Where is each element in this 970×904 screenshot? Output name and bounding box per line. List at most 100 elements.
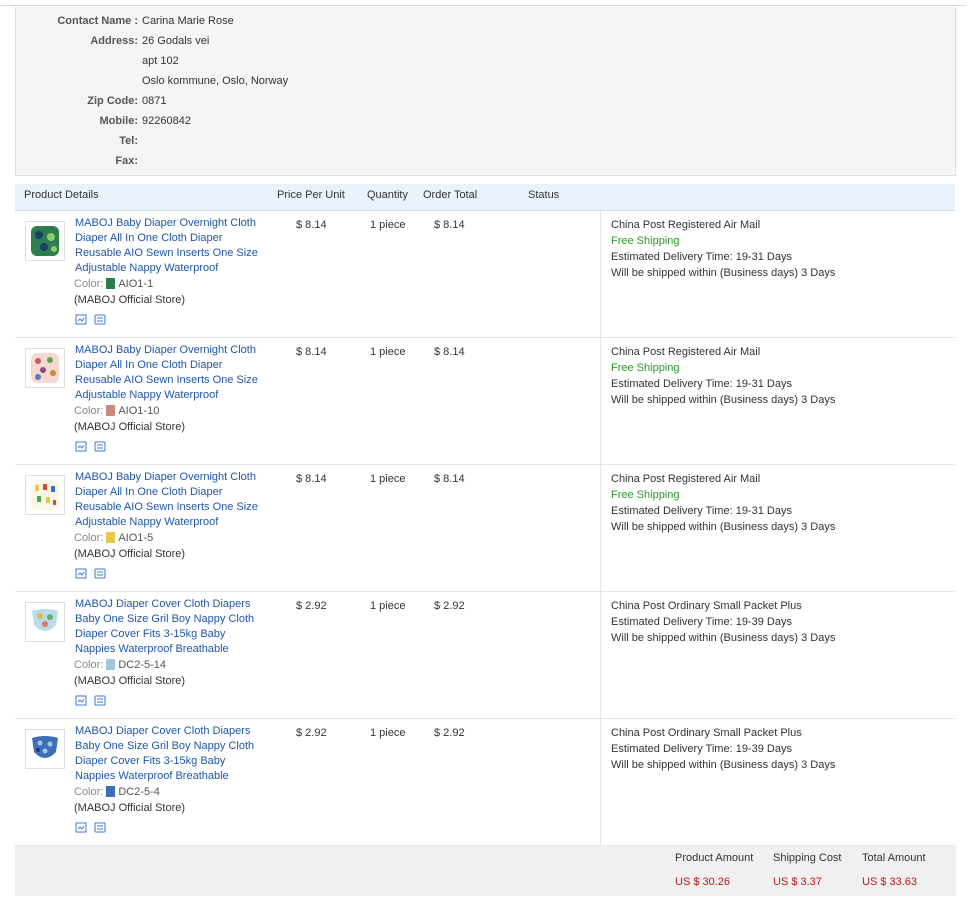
zip-label: Zip Code:	[87, 95, 138, 107]
color-label: Color:	[74, 278, 104, 290]
shipping-method: China Post Ordinary Small Packet Plus	[611, 600, 802, 612]
message-icon[interactable]	[94, 441, 106, 452]
product-amount-label: Product Amount	[675, 852, 754, 864]
store-name: (MABOJ Official Store)	[74, 421, 186, 433]
ship-within: Will be shipped within (Business days) 3…	[611, 521, 836, 533]
color-label: Color:	[74, 786, 104, 798]
product-color: Color: AIO1-10	[74, 404, 159, 419]
header-price-per-unit: Price Per Unit	[277, 189, 345, 201]
top-divider	[0, 5, 966, 6]
quantity: 1 piece	[370, 600, 406, 612]
product-title-link[interactable]: MABOJ Baby Diaper Overnight Cloth Diaper…	[75, 216, 265, 276]
shipping-info: China Post Ordinary Small Packet Plus Es…	[600, 592, 955, 718]
zip-row: Zip Code: 0871	[16, 91, 957, 111]
ship-within: Will be shipped within (Business days) 3…	[611, 267, 836, 279]
snapshot-icon[interactable]	[75, 441, 87, 452]
order-total: $ 8.14	[434, 346, 465, 358]
shipping-method: China Post Ordinary Small Packet Plus	[611, 727, 802, 739]
header-product-details: Product Details	[24, 189, 99, 201]
unit-price: $ 2.92	[296, 727, 327, 739]
store-name: (MABOJ Official Store)	[74, 675, 186, 687]
ship-within: Will be shipped within (Business days) 3…	[611, 394, 836, 406]
ship-within: Will be shipped within (Business days) 3…	[611, 759, 836, 771]
store-name: (MABOJ Official Store)	[74, 802, 186, 814]
product-amount-value: US $ 30.26	[675, 876, 731, 888]
product-title-link[interactable]: MABOJ Baby Diaper Overnight Cloth Diaper…	[75, 343, 265, 403]
snapshot-icon[interactable]	[75, 568, 87, 579]
shipping-info: China Post Registered Air Mail Free Ship…	[600, 465, 955, 591]
color-value: AIO1-10	[118, 405, 160, 417]
address-line2: apt 102	[142, 55, 179, 67]
total-amount-label: Total Amount	[862, 852, 926, 864]
product-actions	[75, 441, 113, 453]
color-swatch-icon	[106, 278, 116, 289]
snapshot-icon[interactable]	[75, 822, 87, 833]
order-total: $ 8.14	[434, 473, 465, 485]
color-value: DC2-5-4	[118, 786, 160, 798]
mobile-label: Mobile:	[99, 115, 139, 127]
total-amount-value: US $ 33.63	[862, 876, 918, 888]
message-icon[interactable]	[94, 695, 106, 706]
product-color: Color: AIO1-5	[74, 531, 153, 546]
color-value: DC2-5-14	[118, 659, 167, 671]
delivery-time: Estimated Delivery Time: 19-31 Days	[611, 378, 792, 390]
shipping-info: China Post Ordinary Small Packet Plus Es…	[600, 719, 955, 845]
product-thumbnail[interactable]	[25, 729, 65, 769]
snapshot-icon[interactable]	[75, 314, 87, 325]
header-status: Status	[528, 189, 560, 201]
tel-row: Tel:	[16, 131, 957, 151]
product-color: Color: AIO1-1	[74, 277, 153, 292]
product-thumbnail[interactable]	[25, 475, 65, 515]
product-row: MABOJ Baby Diaper Overnight Cloth Diaper…	[15, 338, 955, 465]
unit-price: $ 8.14	[296, 473, 327, 485]
product-row: MABOJ Diaper Cover Cloth Diapers Baby On…	[15, 592, 955, 719]
product-color: Color: DC2-5-4	[74, 785, 160, 800]
shipping-method: China Post Registered Air Mail	[611, 346, 761, 358]
color-value: AIO1-5	[118, 532, 154, 544]
ship-within: Will be shipped within (Business days) 3…	[611, 632, 836, 644]
color-swatch-icon	[106, 405, 116, 416]
message-icon[interactable]	[94, 314, 106, 325]
product-color: Color: DC2-5-14	[74, 658, 166, 673]
delivery-time: Estimated Delivery Time: 19-39 Days	[611, 743, 792, 755]
free-shipping-label: Free Shipping	[611, 362, 680, 374]
fax-label: Fax:	[115, 155, 138, 167]
address-line3: Oslo kommune, Oslo, Norway	[142, 75, 289, 87]
quantity: 1 piece	[370, 473, 406, 485]
header-order-total: Order Total	[423, 189, 478, 201]
quantity: 1 piece	[370, 346, 406, 358]
product-thumbnail[interactable]	[25, 348, 65, 388]
message-icon[interactable]	[94, 822, 106, 833]
shipping-method: China Post Registered Air Mail	[611, 219, 761, 231]
address-label: Address:	[90, 35, 138, 47]
color-swatch-icon	[106, 659, 116, 670]
address-row: Address: 26 Godals vei	[16, 31, 957, 51]
quantity: 1 piece	[370, 727, 406, 739]
contact-name-value: Carina Marie Rose	[142, 15, 234, 27]
shipping-cost-label: Shipping Cost	[773, 852, 842, 864]
product-title-link[interactable]: MABOJ Diaper Cover Cloth Diapers Baby On…	[75, 597, 265, 657]
product-actions	[75, 568, 113, 580]
contact-name-row: Contact Name : Carina Marie Rose	[16, 11, 957, 31]
delivery-time: Estimated Delivery Time: 19-31 Days	[611, 505, 792, 517]
order-summary: Product Amount Shipping Cost Total Amoun…	[15, 846, 956, 896]
tel-label: Tel:	[119, 135, 138, 147]
shipping-info: China Post Registered Air Mail Free Ship…	[600, 338, 955, 464]
product-actions	[75, 822, 113, 834]
header-quantity: Quantity	[367, 189, 408, 201]
zip-value: 0871	[142, 95, 167, 107]
product-thumbnail[interactable]	[25, 602, 65, 642]
address-line1: 26 Godals vei	[142, 35, 210, 47]
store-name: (MABOJ Official Store)	[74, 548, 186, 560]
address-row-3: Oslo kommune, Oslo, Norway	[16, 71, 957, 91]
product-actions	[75, 695, 113, 707]
product-title-link[interactable]: MABOJ Diaper Cover Cloth Diapers Baby On…	[75, 724, 265, 784]
product-title-link[interactable]: MABOJ Baby Diaper Overnight Cloth Diaper…	[75, 470, 265, 530]
free-shipping-label: Free Shipping	[611, 489, 680, 501]
store-name: (MABOJ Official Store)	[74, 294, 186, 306]
product-row: MABOJ Baby Diaper Overnight Cloth Diaper…	[15, 465, 955, 592]
snapshot-icon[interactable]	[75, 695, 87, 706]
unit-price: $ 8.14	[296, 346, 327, 358]
message-icon[interactable]	[94, 568, 106, 579]
product-thumbnail[interactable]	[25, 221, 65, 261]
